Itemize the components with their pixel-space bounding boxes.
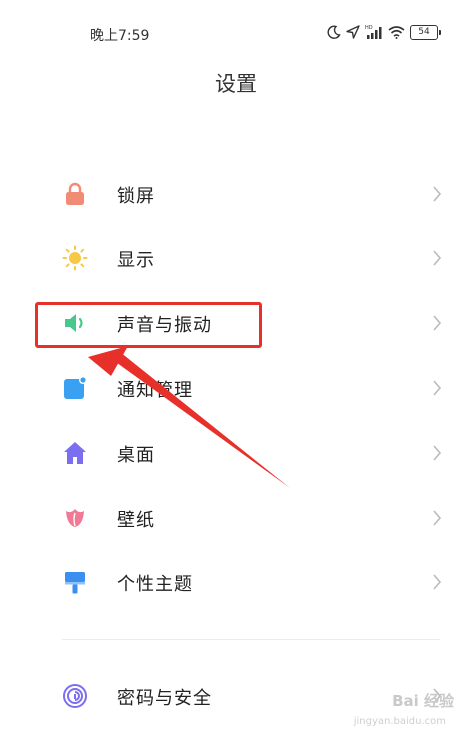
watermark-logo: Bai 经验	[392, 692, 454, 710]
watermark-url: jingyan.baidu.com	[353, 716, 446, 727]
pointer-arrow-icon	[88, 346, 290, 488]
